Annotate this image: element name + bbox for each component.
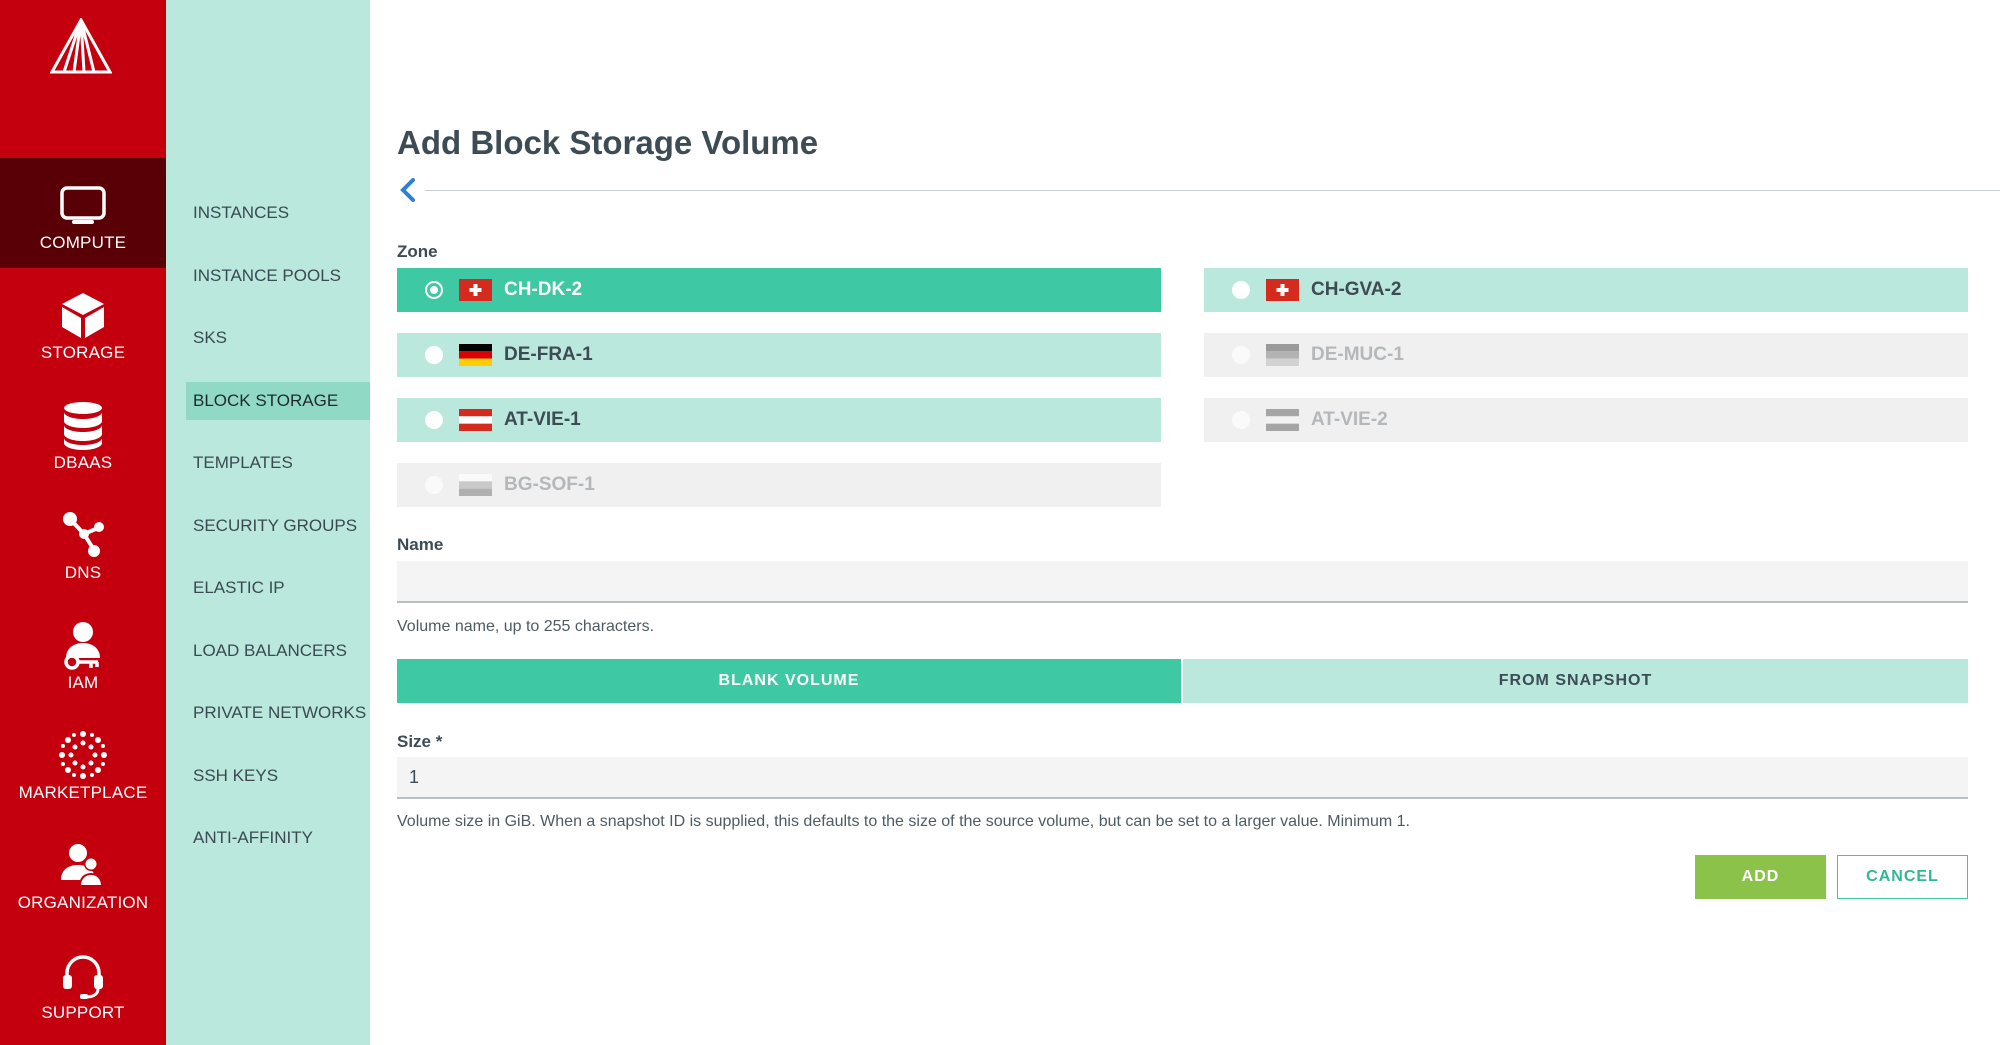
austrian-flag-icon bbox=[459, 409, 492, 431]
user-key-icon bbox=[64, 622, 100, 670]
rail-item-dbaas[interactable]: DBAAS bbox=[0, 378, 166, 488]
zone-option-de-fra-1[interactable]: DE-FRA-1 bbox=[397, 333, 1161, 377]
users-icon bbox=[61, 844, 104, 887]
bulgarian-flag-icon bbox=[459, 474, 492, 496]
zone-option-ch-dk-2[interactable]: CH-DK-2 bbox=[397, 268, 1161, 312]
radio-disabled-icon bbox=[1232, 411, 1250, 429]
page-title: Add Block Storage Volume bbox=[397, 124, 819, 161]
submenu-item-block-storage[interactable]: BLOCK STORAGE bbox=[186, 382, 370, 420]
submenu-item-instances[interactable]: INSTANCES bbox=[186, 194, 370, 232]
submenu-item-sks[interactable]: SKS bbox=[186, 319, 370, 357]
monitor-icon bbox=[60, 186, 106, 224]
database-icon bbox=[64, 402, 102, 450]
exoscale-logo-icon[interactable] bbox=[50, 18, 112, 74]
radio-selected-icon[interactable] bbox=[425, 281, 443, 299]
from-snapshot-tab[interactable]: FROM SNAPSHOT bbox=[1183, 659, 1968, 703]
rail-item-dns[interactable]: DNS bbox=[0, 488, 166, 598]
radio-unselected-icon[interactable] bbox=[1232, 281, 1250, 299]
radio-disabled-icon bbox=[425, 476, 443, 494]
cube-icon bbox=[62, 293, 104, 338]
zone-option-ch-gva-2[interactable]: CH-GVA-2 bbox=[1204, 268, 1968, 312]
compute-submenu: INSTANCES INSTANCE POOLS SKS BLOCK STORA… bbox=[166, 0, 370, 1045]
name-input[interactable] bbox=[397, 561, 1968, 603]
zone-option-at-vie-1[interactable]: AT-VIE-1 bbox=[397, 398, 1161, 442]
radio-disabled-icon bbox=[1232, 346, 1250, 364]
headset-icon bbox=[63, 955, 103, 999]
network-nodes-icon bbox=[63, 512, 104, 557]
name-label: Name bbox=[397, 535, 444, 554]
zone-name: CH-DK-2 bbox=[504, 279, 583, 300]
size-input[interactable] bbox=[397, 757, 1968, 799]
rail-item-organization[interactable]: ORGANIZATION bbox=[0, 818, 166, 928]
name-help-text: Volume name, up to 255 characters. bbox=[397, 618, 655, 635]
size-label: Size * bbox=[397, 732, 443, 751]
zone-name: AT-VIE-2 bbox=[1311, 409, 1388, 430]
rail-label: IAM bbox=[67, 673, 99, 692]
rail-label: COMPUTE bbox=[39, 233, 127, 252]
zone-option-at-vie-2: AT-VIE-2 bbox=[1204, 398, 1968, 442]
zone-name: DE-MUC-1 bbox=[1311, 344, 1404, 365]
german-flag-icon bbox=[1266, 344, 1299, 366]
austrian-flag-icon bbox=[1266, 409, 1299, 431]
rail-label: SUPPORT bbox=[41, 1003, 125, 1022]
rail-label: STORAGE bbox=[40, 343, 126, 362]
blank-volume-tab[interactable]: BLANK VOLUME bbox=[397, 659, 1181, 703]
rail-item-iam[interactable]: IAM bbox=[0, 598, 166, 708]
zone-name: BG-SOF-1 bbox=[504, 474, 595, 495]
chevron-left-icon[interactable] bbox=[397, 176, 419, 204]
submenu-item-instance-pools[interactable]: INSTANCE POOLS bbox=[186, 257, 370, 295]
main-rail: COMPUTE STORAGE DBAAS DNS IAM MARKETPLAC… bbox=[0, 0, 166, 1045]
zone-name: AT-VIE-1 bbox=[504, 409, 581, 430]
submenu-item-private-networks[interactable]: PRIVATE NETWORKS bbox=[186, 694, 370, 732]
rail-label: DBAAS bbox=[53, 453, 113, 472]
dots-burst-icon bbox=[59, 731, 107, 779]
submenu-item-ssh-keys[interactable]: SSH KEYS bbox=[186, 757, 370, 795]
swiss-flag-icon bbox=[1266, 279, 1299, 301]
zone-name: DE-FRA-1 bbox=[504, 344, 593, 365]
add-button[interactable]: ADD bbox=[1695, 855, 1826, 899]
rail-label: DNS bbox=[64, 563, 102, 582]
cancel-button[interactable]: CANCEL bbox=[1837, 855, 1968, 899]
submenu-item-templates[interactable]: TEMPLATES bbox=[186, 444, 370, 482]
zone-label: Zone bbox=[397, 242, 438, 261]
rail-item-support[interactable]: SUPPORT bbox=[0, 928, 166, 1038]
radio-unselected-icon[interactable] bbox=[425, 346, 443, 364]
german-flag-icon bbox=[459, 344, 492, 366]
zone-option-bg-sof-1: BG-SOF-1 bbox=[397, 463, 1161, 507]
zone-name: CH-GVA-2 bbox=[1311, 279, 1402, 300]
submenu-item-anti-affinity[interactable]: ANTI-AFFINITY bbox=[186, 819, 370, 857]
radio-unselected-icon[interactable] bbox=[425, 411, 443, 429]
zone-option-de-muc-1: DE-MUC-1 bbox=[1204, 333, 1968, 377]
submenu-item-load-balancers[interactable]: LOAD BALANCERS bbox=[186, 632, 370, 670]
rail-item-storage[interactable]: STORAGE bbox=[0, 268, 166, 378]
submenu-item-elastic-ip[interactable]: ELASTIC IP bbox=[186, 569, 370, 607]
rail-label: MARKETPLACE bbox=[18, 783, 148, 802]
title-divider bbox=[425, 190, 2000, 191]
swiss-flag-icon bbox=[459, 279, 492, 301]
rail-label: ORGANIZATION bbox=[17, 893, 149, 912]
size-help-text: Volume size in GiB. When a snapshot ID i… bbox=[397, 813, 1410, 830]
rail-item-compute[interactable]: COMPUTE bbox=[0, 158, 166, 268]
submenu-item-security-groups[interactable]: SECURITY GROUPS bbox=[186, 507, 370, 545]
rail-item-marketplace[interactable]: MARKETPLACE bbox=[0, 708, 166, 818]
